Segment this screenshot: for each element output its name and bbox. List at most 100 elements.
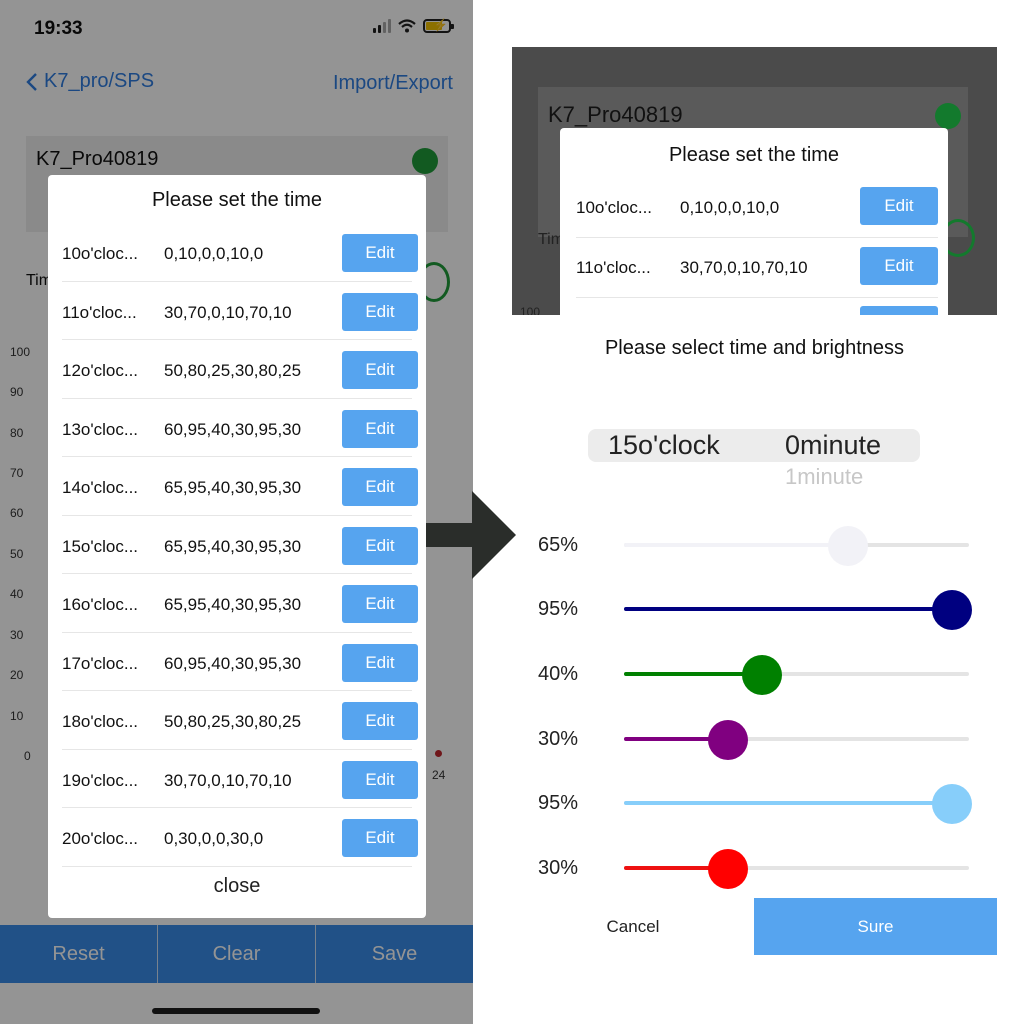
row-time: 15o'cloc... bbox=[62, 536, 139, 556]
slider-label: 95% bbox=[538, 598, 579, 620]
preview-edit-button bbox=[860, 306, 938, 315]
set-time-modal: Please set the time 10o'cloc... 0,10,0,0,… bbox=[48, 175, 426, 918]
slider-track[interactable] bbox=[624, 655, 969, 695]
slider-label: 30% bbox=[538, 728, 579, 750]
row-values: 65,95,40,30,95,30 bbox=[164, 536, 302, 556]
slider-thumb[interactable] bbox=[931, 590, 972, 630]
minute-picker-value[interactable]: 0minute bbox=[785, 430, 881, 461]
row-values: 60,95,40,30,95,30 bbox=[164, 419, 302, 439]
edit-button[interactable]: Edit bbox=[342, 409, 418, 448]
edit-button[interactable]: Edit bbox=[342, 351, 418, 389]
slider-fill bbox=[624, 801, 952, 805]
edit-button[interactable]: Edit bbox=[342, 585, 418, 623]
sure-button[interactable]: Sure bbox=[754, 898, 997, 955]
list-item: 13o'cloc... 60,95,40,30,95,30 Edit bbox=[62, 399, 418, 457]
list-item: 19o'cloc... 30,70,0,10,70,10 Edit bbox=[62, 750, 418, 808]
list-item: 16o'cloc... 65,95,40,30,95,30 Edit bbox=[62, 574, 418, 633]
edit-button[interactable]: Edit bbox=[342, 292, 418, 331]
row-values: 0,10,0,0,10,0 bbox=[164, 244, 264, 263]
slider-track[interactable] bbox=[624, 784, 972, 824]
edit-button[interactable]: Edit bbox=[342, 234, 418, 272]
row-values: 60,95,40,30,95,30 bbox=[164, 653, 302, 673]
slider-track[interactable] bbox=[624, 849, 969, 889]
arrow-right-icon bbox=[426, 491, 516, 579]
edit-button[interactable]: Edit bbox=[342, 702, 418, 740]
list-item: 10o'cloc... 0,10,0,0,10,0 Edit bbox=[62, 223, 418, 282]
row-time: 17o'cloc... bbox=[62, 653, 139, 673]
row-values: 30,70,0,10,70,10 bbox=[164, 770, 292, 790]
row-time: 18o'cloc... bbox=[62, 712, 139, 731]
edit-button[interactable]: Edit bbox=[342, 468, 418, 506]
slider-label: 95% bbox=[538, 792, 579, 814]
preview-row-values: 0,10,0,0,10,0 bbox=[680, 198, 780, 217]
row-time: 13o'cloc... bbox=[62, 419, 139, 439]
slider-track[interactable] bbox=[624, 526, 969, 566]
slider-row: 30% bbox=[538, 845, 978, 889]
preview-edit-button: Edit bbox=[860, 187, 938, 225]
preview-y-tick: 100 bbox=[520, 305, 541, 315]
preview-list-item: 11o'cloc... 30,70,0,10,70,10 Edit bbox=[576, 238, 938, 298]
slider-row: 40% bbox=[538, 651, 978, 695]
home-indicator bbox=[152, 1008, 320, 1014]
preview-list-item: 10o'cloc... 0,10,0,0,10,0 Edit bbox=[576, 178, 938, 238]
slider-row: 95% bbox=[538, 586, 978, 630]
preview-modal: Please set the time 10o'cloc... 0,10,0,0,… bbox=[560, 128, 948, 315]
preview-row-time: 10o'cloc... bbox=[576, 198, 653, 217]
row-values: 65,95,40,30,95,30 bbox=[164, 478, 302, 497]
slider-row: 95% bbox=[538, 780, 978, 824]
row-time: 10o'cloc... bbox=[62, 244, 139, 263]
slider-thumb[interactable] bbox=[931, 784, 972, 824]
preview-device-name: K7_Pro40819 bbox=[548, 102, 683, 127]
row-time: 16o'cloc... bbox=[62, 595, 139, 614]
phone-screen: 19:33 ⚡ K7_pro/SPS Import/Export K7_Pro4… bbox=[0, 0, 473, 1024]
row-values: 0,30,0,0,30,0 bbox=[164, 829, 264, 848]
slider-thumb[interactable] bbox=[707, 849, 748, 889]
row-values: 50,80,25,30,80,25 bbox=[164, 712, 302, 731]
slider-label: 30% bbox=[538, 857, 579, 879]
list-item: 17o'cloc... 60,95,40,30,95,30 Edit bbox=[62, 633, 418, 691]
row-values: 30,70,0,10,70,10 bbox=[164, 302, 292, 322]
list-item: 18o'cloc... 50,80,25,30,80,25 Edit bbox=[62, 691, 418, 750]
hour-picker-value[interactable]: 15o'clock bbox=[608, 430, 720, 461]
edit-button[interactable]: Edit bbox=[342, 526, 418, 565]
slider-thumb[interactable] bbox=[707, 720, 748, 760]
list-item: 15o'cloc... 65,95,40,30,95,30 Edit bbox=[62, 516, 418, 574]
cancel-button[interactable]: Cancel bbox=[512, 898, 754, 955]
list-item: 12o'cloc... 50,80,25,30,80,25 Edit bbox=[62, 340, 418, 399]
slider-fill bbox=[624, 543, 849, 547]
slider-thumb[interactable] bbox=[742, 655, 782, 695]
modal-title: Please set the time bbox=[151, 189, 323, 211]
row-time: 11o'cloc... bbox=[62, 302, 137, 322]
preview-screenshot: K7_Pro40819 Tim 100 Please set the time … bbox=[512, 47, 997, 315]
row-time: 14o'cloc... bbox=[62, 478, 139, 497]
slider-fill bbox=[624, 607, 952, 611]
row-values: 65,95,40,30,95,30 bbox=[164, 595, 302, 614]
edit-button[interactable]: Edit bbox=[342, 819, 418, 857]
edit-button[interactable]: Edit bbox=[342, 643, 418, 682]
list-item: 20o'cloc... 0,30,0,0,30,0 Edit bbox=[62, 808, 418, 867]
preview-modal-title: Please set the time bbox=[668, 144, 840, 166]
comparison-root: 19:33 ⚡ K7_pro/SPS Import/Export K7_Pro4… bbox=[0, 0, 1024, 1024]
slider-row: 30% bbox=[538, 716, 978, 760]
slider-label: 65% bbox=[538, 534, 579, 556]
row-time: 20o'cloc... bbox=[62, 829, 139, 848]
list-item: 11o'cloc... 30,70,0,10,70,10 Edit bbox=[62, 282, 418, 340]
slider-row: 65% bbox=[538, 522, 978, 566]
preview-status-dot bbox=[935, 103, 961, 129]
list-item: 14o'cloc... 65,95,40,30,95,30 Edit bbox=[62, 457, 418, 516]
close-button[interactable]: close bbox=[48, 875, 426, 898]
slider-thumb[interactable] bbox=[828, 526, 869, 566]
preview-row-time: 11o'cloc... bbox=[576, 258, 651, 277]
row-time: 12o'cloc... bbox=[62, 361, 139, 380]
edit-button[interactable]: Edit bbox=[342, 760, 418, 799]
preview-list-item bbox=[576, 298, 938, 315]
select-title: Please select time and brightness bbox=[604, 337, 905, 359]
minute-picker-next[interactable]: 1minute bbox=[785, 464, 863, 490]
preview-edit-button: Edit bbox=[860, 247, 938, 285]
slider-label: 40% bbox=[538, 663, 579, 685]
preview-row-values: 30,70,0,10,70,10 bbox=[680, 258, 808, 277]
row-values: 50,80,25,30,80,25 bbox=[164, 361, 302, 380]
row-time: 19o'cloc... bbox=[62, 770, 139, 790]
slider-track[interactable] bbox=[624, 590, 972, 630]
slider-track[interactable] bbox=[624, 720, 969, 760]
